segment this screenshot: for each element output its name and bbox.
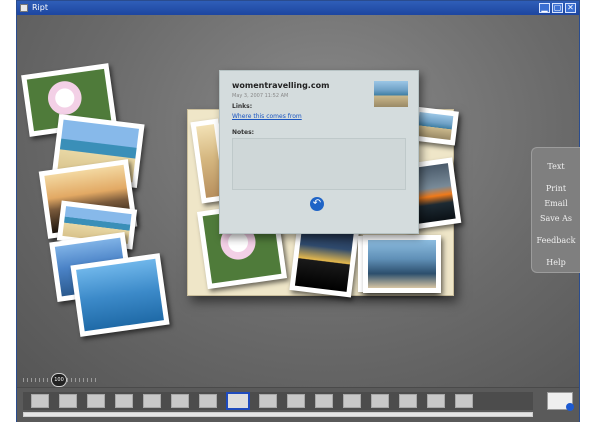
app-icon — [20, 4, 28, 12]
close-button[interactable]: ✕ — [565, 3, 576, 13]
thumbnail[interactable] — [171, 394, 189, 408]
help-button[interactable]: Help — [532, 258, 580, 267]
thumbnail[interactable] — [427, 394, 445, 408]
album-button[interactable] — [547, 392, 574, 411]
minimize-button[interactable]: ▁ — [539, 3, 550, 13]
thumbnail[interactable] — [31, 394, 49, 408]
thumbnail[interactable] — [87, 394, 105, 408]
filmstrip-thumbnails — [23, 392, 533, 410]
action-panel: Text Print Email Save As Feedback Help — [531, 147, 580, 273]
notes-field[interactable] — [232, 138, 406, 190]
thumbnail[interactable] — [455, 394, 473, 408]
zoom-knob[interactable]: 100 — [51, 373, 67, 387]
thumbnail[interactable] — [287, 394, 305, 408]
thumbnail[interactable] — [371, 394, 389, 408]
print-button[interactable]: Print — [532, 184, 580, 193]
maximize-button[interactable]: ▢ — [552, 3, 563, 13]
filmstrip-scrollbar[interactable] — [23, 412, 533, 417]
source-site: womentravelling.com — [232, 81, 330, 90]
save-as-button[interactable]: Save As — [532, 214, 580, 223]
canvas-stage: womentravelling.com May 3, 2007 11:52 AM… — [17, 15, 580, 387]
window-title: Ript — [32, 3, 48, 12]
thumbnail-selected[interactable] — [226, 392, 250, 410]
info-badge-icon — [566, 403, 574, 411]
zoom-slider[interactable]: 100 — [23, 373, 113, 387]
thumbnail[interactable] — [399, 394, 417, 408]
notes-label: Notes: — [232, 129, 255, 136]
title-bar[interactable]: Ript ▁ ▢ ✕ — [17, 1, 579, 15]
email-button[interactable]: Email — [532, 199, 580, 208]
flip-back-icon[interactable]: ↶ — [310, 197, 324, 211]
thumbnail[interactable] — [199, 394, 217, 408]
text-button[interactable]: Text — [532, 162, 580, 171]
thumbnail[interactable] — [115, 394, 133, 408]
photo-info-card: womentravelling.com May 3, 2007 11:52 AM… — [219, 70, 419, 234]
captured-date: May 3, 2007 11:52 AM — [232, 93, 289, 99]
thumbnail[interactable] — [143, 394, 161, 408]
thumbnail[interactable] — [259, 394, 277, 408]
thumbnail[interactable] — [343, 394, 361, 408]
filmstrip — [17, 387, 579, 422]
photo-surfer[interactable] — [70, 253, 170, 337]
links-label: Links: — [232, 103, 253, 110]
feedback-button[interactable]: Feedback — [532, 236, 580, 245]
photo-cliff[interactable] — [363, 235, 441, 293]
thumbnail[interactable] — [315, 394, 333, 408]
thumbnail[interactable] — [59, 394, 77, 408]
card-thumbnail — [374, 81, 408, 107]
source-link[interactable]: Where this comes from — [232, 113, 302, 120]
ript-window: Ript ▁ ▢ ✕ womentravelling.com May 3, 20… — [16, 0, 580, 422]
